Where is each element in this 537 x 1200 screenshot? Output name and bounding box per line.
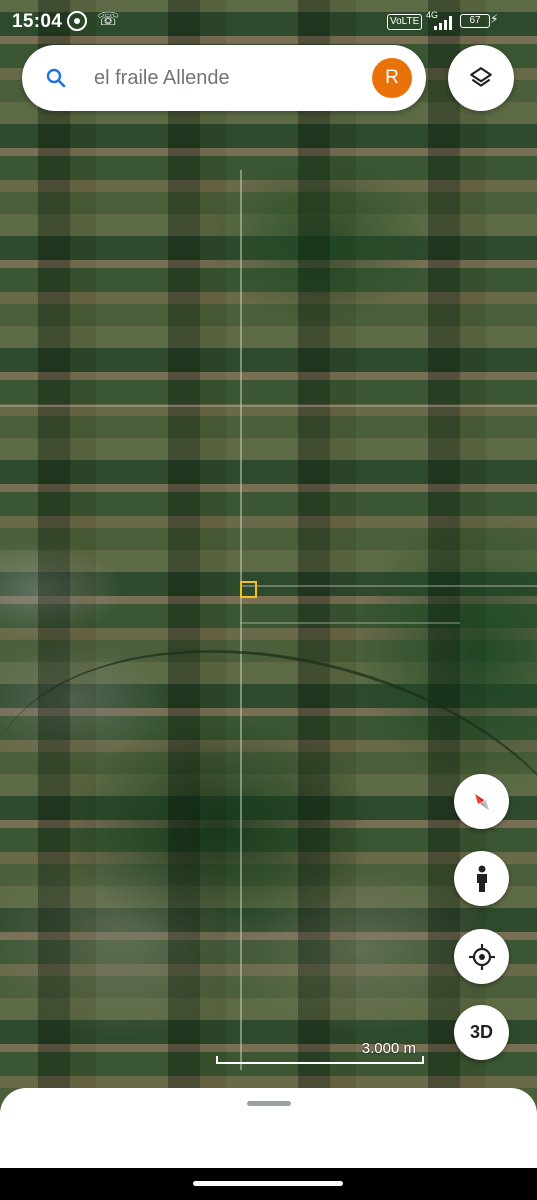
battery-icon: 67: [460, 14, 490, 28]
status-bar: 15:04 ☏ VoLTE 4G 67 ⚡: [0, 0, 537, 44]
status-time: 15:04: [12, 11, 63, 32]
map-scale: 3.000 m: [216, 1040, 426, 1064]
street-view-button[interactable]: [454, 851, 509, 906]
scale-label: 3.000 m: [361, 1040, 416, 1057]
my-location-button[interactable]: [454, 929, 509, 984]
charging-icon: ⚡: [490, 12, 499, 26]
bottom-sheet[interactable]: [0, 1088, 537, 1168]
volte-badge: VoLTE: [387, 14, 423, 30]
search-icon[interactable]: [44, 66, 68, 90]
system-nav-bar: [0, 1168, 537, 1200]
search-input[interactable]: [94, 65, 354, 91]
scale-bar: [216, 1056, 424, 1064]
location-marker[interactable]: [240, 581, 257, 598]
street-view-icon: [476, 865, 487, 892]
call-icon: ☏: [97, 9, 120, 29]
avatar[interactable]: R: [372, 58, 412, 98]
map-road: [240, 585, 537, 587]
signal-icon: [434, 16, 454, 30]
search-bar[interactable]: R: [22, 45, 426, 111]
compass-icon: [474, 793, 489, 810]
layers-icon: [470, 67, 492, 87]
layers-button[interactable]: [448, 45, 514, 111]
compass-button[interactable]: [454, 774, 509, 829]
map-river: [0, 590, 537, 1093]
3d-toggle-button[interactable]: 3D: [454, 1005, 509, 1060]
map-road: [0, 405, 537, 407]
my-location-icon: [468, 943, 495, 970]
map-road: [240, 622, 460, 624]
drag-handle[interactable]: [247, 1101, 291, 1106]
home-indicator[interactable]: [193, 1181, 343, 1186]
whatsapp-icon: [67, 11, 87, 31]
